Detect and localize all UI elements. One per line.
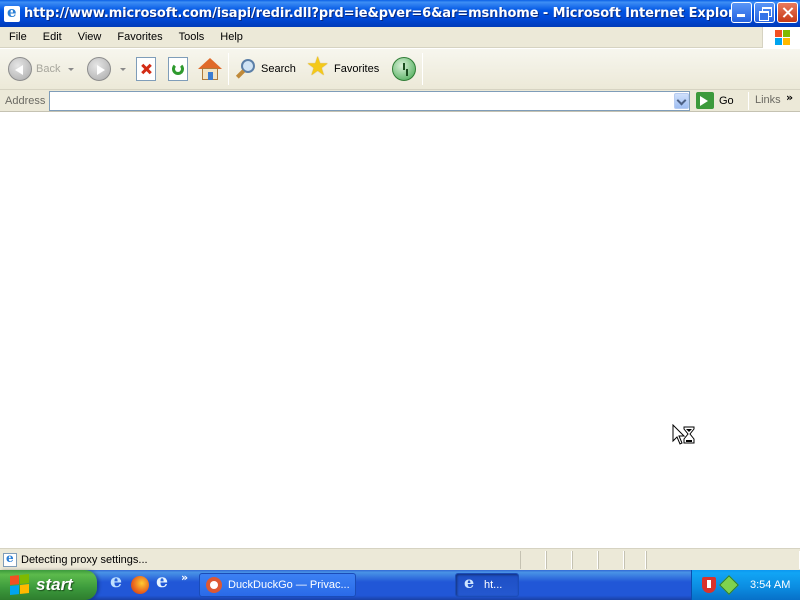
minimize-button[interactable] <box>731 2 752 23</box>
forward-dropdown-icon[interactable] <box>120 67 126 71</box>
search-label: Search <box>261 63 296 75</box>
network-icon[interactable] <box>719 575 739 595</box>
internet-explorer-icon <box>4 3 20 22</box>
menu-tools[interactable]: Tools <box>171 31 213 43</box>
internet-explorer-icon[interactable] <box>154 570 172 594</box>
favorites-label: Favorites <box>334 63 380 75</box>
status-panel <box>546 551 572 569</box>
stop-icon <box>136 57 156 81</box>
address-label: Address <box>5 94 46 107</box>
taskbar-button-label: ht... <box>484 579 503 591</box>
quick-launch-more-icon[interactable]: » <box>181 571 188 584</box>
back-button[interactable]: Back <box>8 55 75 83</box>
page-status-icon <box>3 551 17 567</box>
taskbar-button-label: DuckDuckGo — Privac... <box>228 579 350 591</box>
go-label: Go <box>719 94 734 107</box>
status-text: Detecting proxy settings... <box>21 553 148 566</box>
busy-cursor-icon <box>672 424 695 445</box>
links-separator <box>748 92 749 110</box>
internet-explorer-icon <box>462 574 478 593</box>
search-icon <box>235 58 257 80</box>
favorites-star-icon <box>306 52 330 82</box>
window-controls <box>731 2 798 23</box>
favorites-button[interactable]: Favorites <box>306 52 380 83</box>
history-button[interactable] <box>392 55 416 83</box>
status-panel <box>572 551 598 569</box>
internet-explorer-icon[interactable] <box>108 570 126 594</box>
clock[interactable]: 3:54 AM <box>750 579 790 591</box>
start-label: start <box>36 575 73 594</box>
menu-edit[interactable]: Edit <box>35 31 70 43</box>
windows-flag-icon <box>10 574 30 596</box>
toolbar-separator <box>422 53 423 85</box>
address-dropdown-button[interactable] <box>674 93 689 109</box>
history-icon <box>392 57 416 81</box>
taskbar-button-ie[interactable]: ht... <box>455 573 519 597</box>
standard-toolbar: Back Search Favorites <box>0 49 800 90</box>
refresh-button[interactable] <box>168 55 188 83</box>
address-input[interactable] <box>49 91 690 111</box>
toolbar-separator <box>228 53 229 85</box>
search-button[interactable]: Search <box>235 55 296 83</box>
links-label[interactable]: Links <box>755 94 781 106</box>
forward-button[interactable] <box>87 55 126 83</box>
home-button[interactable] <box>198 55 222 83</box>
menu-view[interactable]: View <box>70 31 110 43</box>
back-dropdown-icon[interactable] <box>68 67 75 71</box>
duckduckgo-icon <box>206 577 222 593</box>
windows-logo-icon <box>762 27 800 48</box>
taskbar: start » DuckDuckGo — Privac... ht... 3:5… <box>0 570 800 600</box>
taskbar-button-duckduckgo[interactable]: DuckDuckGo — Privac... <box>199 573 356 597</box>
status-zone-panel <box>646 551 800 569</box>
status-panel <box>520 551 546 569</box>
security-shield-icon[interactable] <box>702 577 716 593</box>
menu-bar: File Edit View Favorites Tools Help <box>0 27 800 48</box>
refresh-icon <box>168 57 188 81</box>
back-arrow-icon <box>8 57 32 81</box>
forward-arrow-icon <box>87 57 111 81</box>
window-title: http://www.microsoft.com/isapi/redir.dll… <box>24 6 750 21</box>
address-bar: Address Go Links » <box>0 90 800 112</box>
status-bar: Detecting proxy settings... <box>0 548 800 570</box>
stop-button[interactable] <box>136 55 156 83</box>
go-arrow-icon <box>696 92 714 109</box>
links-chevron-icon[interactable]: » <box>786 91 793 104</box>
start-button[interactable]: start <box>0 570 97 600</box>
system-tray: 3:54 AM <box>691 570 800 600</box>
menu-file[interactable]: File <box>0 31 35 43</box>
close-button[interactable] <box>777 2 798 23</box>
firefox-icon[interactable] <box>131 576 149 594</box>
restore-button[interactable] <box>754 2 775 23</box>
home-icon <box>198 57 222 81</box>
back-label: Back <box>36 63 61 75</box>
menu-favorites[interactable]: Favorites <box>109 31 170 43</box>
menu-help[interactable]: Help <box>212 31 251 43</box>
status-panel <box>624 551 646 569</box>
status-panel <box>598 551 624 569</box>
go-button[interactable]: Go <box>696 92 734 109</box>
title-bar[interactable]: http://www.microsoft.com/isapi/redir.dll… <box>0 0 800 27</box>
page-content[interactable] <box>0 113 800 547</box>
